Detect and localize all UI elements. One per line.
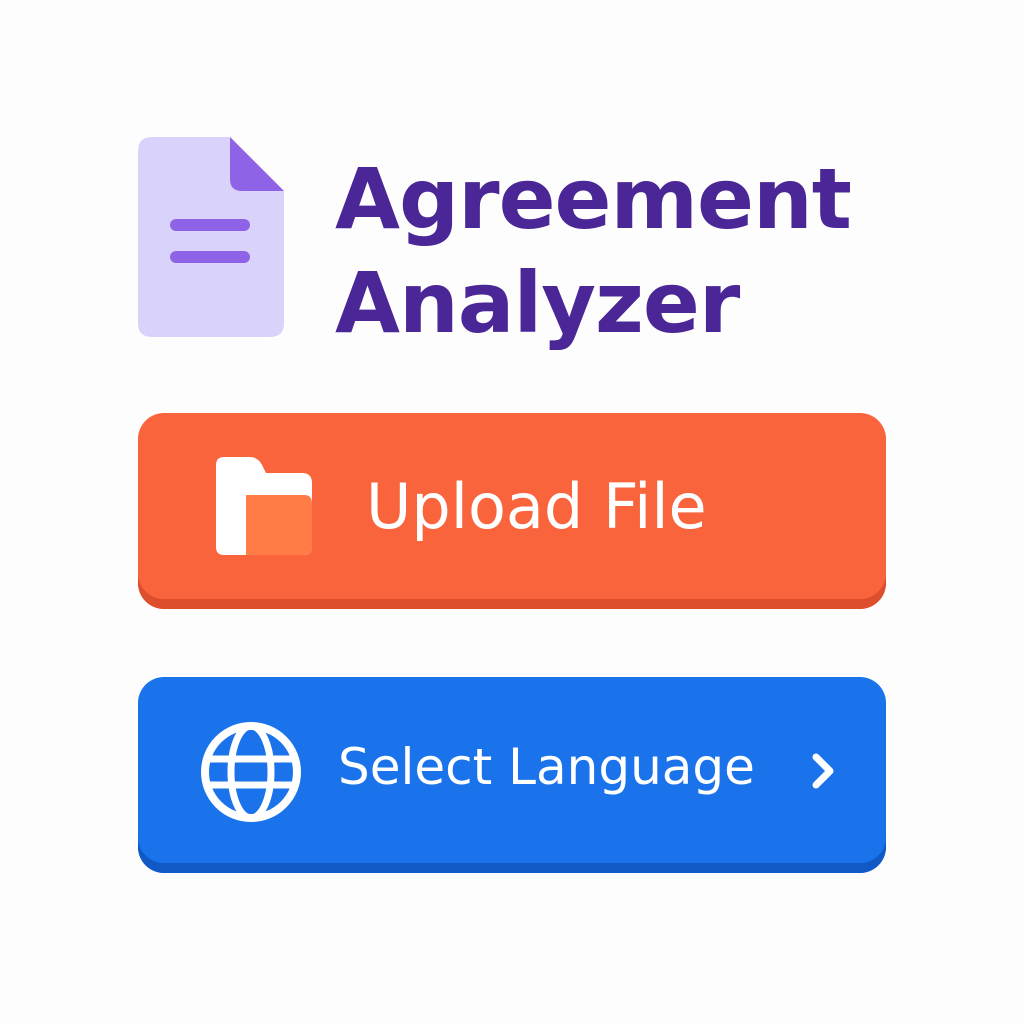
app-header: Agreement Analyzer [138, 137, 898, 357]
document-fold [230, 137, 284, 191]
folder-icon [216, 457, 312, 555]
chevron-right-icon [812, 753, 834, 789]
select-language-button[interactable]: Select Language [138, 677, 886, 873]
app-title: Agreement Analyzer [335, 147, 852, 355]
folder-front [246, 495, 312, 555]
document-line-2 [170, 251, 250, 263]
document-body [138, 137, 284, 337]
app-title-line-1: Agreement [335, 150, 852, 248]
globe-icon [201, 722, 301, 822]
select-language-label: Select Language [338, 738, 755, 796]
app-title-line-2: Analyzer [335, 254, 740, 352]
document-line-1 [170, 219, 250, 231]
upload-file-label: Upload File [366, 470, 707, 543]
upload-file-button[interactable]: Upload File [138, 413, 886, 609]
document-icon [138, 137, 284, 337]
